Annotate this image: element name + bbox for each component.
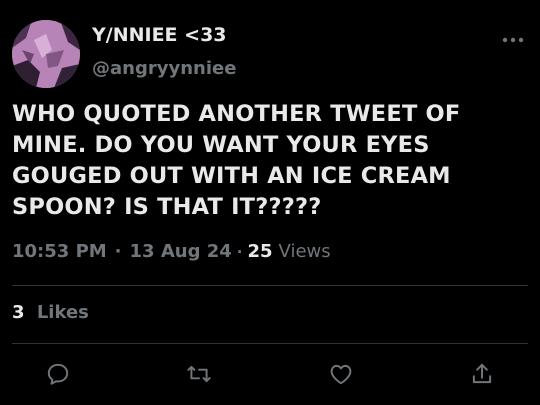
reply-button[interactable] xyxy=(42,358,74,390)
separator-dot: · xyxy=(114,241,122,262)
display-name[interactable]: Y/NNIEE <33 xyxy=(92,24,227,46)
reply-icon xyxy=(47,363,69,385)
avatar[interactable] xyxy=(12,20,80,88)
tweet-time[interactable]: 10:53 PM xyxy=(12,241,107,262)
retweet-icon xyxy=(187,365,211,383)
heart-icon xyxy=(330,364,352,385)
divider xyxy=(12,285,528,286)
views-count[interactable]: 25 xyxy=(247,241,272,262)
more-horizontal-icon xyxy=(502,37,524,43)
retweet-button[interactable] xyxy=(183,358,215,390)
action-bar xyxy=(0,358,540,392)
share-icon xyxy=(472,363,492,384)
tweet: Y/NNIEE <33 @angryynniee WHO QUOTED ANOT… xyxy=(0,0,540,405)
views-label: Views xyxy=(278,241,331,262)
tweet-text: WHO QUOTED ANOTHER TWEET OF MINE. DO YOU… xyxy=(12,101,461,220)
more-options-button[interactable] xyxy=(500,30,526,50)
divider xyxy=(12,343,528,344)
likes-summary[interactable]: 3 Likes xyxy=(12,302,89,323)
share-button[interactable] xyxy=(466,358,498,390)
like-button[interactable] xyxy=(325,358,357,390)
user-handle[interactable]: @angryynniee xyxy=(92,58,236,79)
tweet-date[interactable]: 13 Aug 24 xyxy=(130,241,232,262)
likes-count: 3 xyxy=(12,302,25,323)
separator-dot: · xyxy=(236,243,243,261)
avatar-image xyxy=(12,20,80,88)
tweet-metadata: 10:53 PM · 13 Aug 24 · 25 Views xyxy=(12,241,331,262)
likes-label: Likes xyxy=(36,302,89,323)
